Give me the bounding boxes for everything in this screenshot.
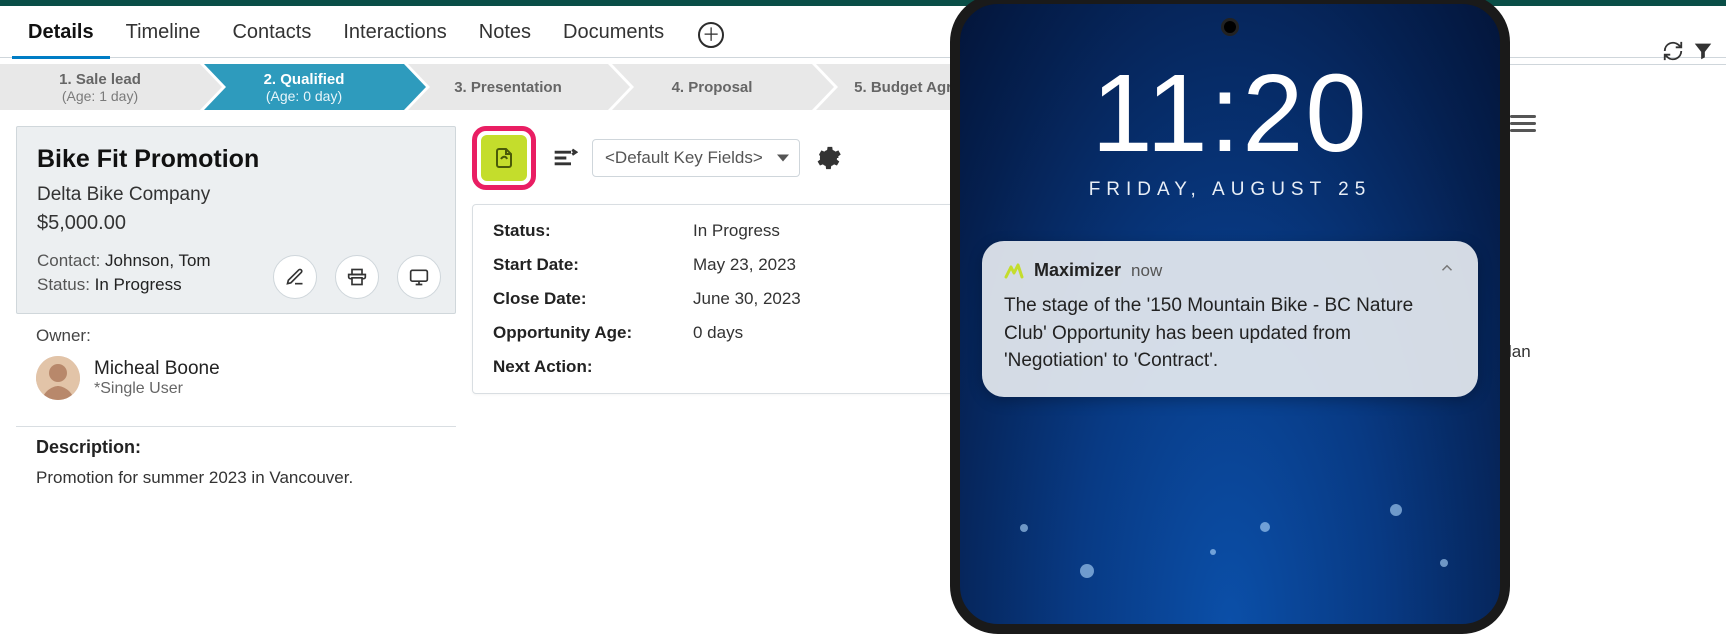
stage-proposal[interactable]: 4. Proposal	[612, 64, 812, 110]
chevron-down-icon	[777, 155, 789, 162]
adjust-sliders-icon[interactable]	[550, 144, 578, 172]
owner-label: Owner:	[36, 326, 436, 346]
field-label: Next Action:	[493, 357, 693, 377]
filter-funnel-icon[interactable]	[1692, 40, 1714, 62]
lockscreen-time: 11:20	[960, 50, 1500, 177]
opportunity-title: Bike Fit Promotion	[37, 145, 435, 174]
opportunity-summary-card: Bike Fit Promotion Delta Bike Company $5…	[16, 126, 456, 314]
field-value: June 30, 2023	[693, 289, 801, 309]
gear-icon[interactable]	[814, 144, 842, 172]
tab-details[interactable]: Details	[12, 11, 110, 59]
key-fields-value: <Default Key Fields>	[605, 148, 763, 167]
maximizer-logo-icon	[1004, 261, 1024, 281]
tab-timeline[interactable]: Timeline	[110, 11, 217, 59]
stage-label: 4. Proposal	[672, 79, 753, 96]
printer-icon	[347, 267, 367, 287]
field-label: Close Date:	[493, 289, 693, 309]
tab-label: Documents	[563, 21, 664, 43]
field-value: May 23, 2023	[693, 255, 796, 275]
description-section: Description: Promotion for summer 2023 i…	[16, 427, 456, 488]
add-tab-button[interactable]: ＋	[698, 22, 724, 48]
stage-label: 1. Sale lead	[59, 71, 141, 88]
key-fields-select[interactable]: <Default Key Fields>	[592, 139, 800, 177]
tab-label: Notes	[479, 21, 531, 43]
edit-button[interactable]	[273, 255, 317, 299]
company-name: Delta Bike Company	[37, 184, 435, 206]
stage-sublabel: (Age: 0 day)	[266, 88, 342, 104]
right-panel-slice: lan	[1500, 58, 1726, 362]
phone-camera-icon	[1221, 18, 1239, 36]
field-value: 0 days	[693, 323, 743, 343]
field-label: Start Date:	[493, 255, 693, 275]
refresh-icon[interactable]	[1662, 40, 1684, 62]
tab-interactions[interactable]: Interactions	[327, 11, 462, 59]
opportunity-amount: $5,000.00	[37, 212, 435, 235]
field-value: In Progress	[693, 221, 780, 241]
note-flag-icon	[481, 135, 527, 181]
owner-section: Owner: Micheal Boone *Single User	[16, 314, 456, 412]
tab-label: Details	[28, 21, 94, 43]
tab-contacts[interactable]: Contacts	[216, 11, 327, 59]
push-notification[interactable]: Maximizer now The stage of the '150 Moun…	[982, 241, 1478, 397]
owner-role: *Single User	[94, 380, 220, 398]
stage-sublabel: (Age: 1 day)	[62, 88, 138, 104]
field-label: Status:	[493, 221, 693, 241]
menu-icon[interactable]	[1510, 115, 1536, 132]
highlighted-action-button[interactable]	[472, 126, 536, 190]
present-button[interactable]	[397, 255, 441, 299]
notification-app-name: Maximizer	[1034, 260, 1121, 281]
notification-time: now	[1131, 261, 1162, 281]
chevron-up-icon	[1438, 259, 1456, 282]
notification-body: The stage of the '150 Mountain Bike - BC…	[1004, 292, 1456, 375]
field-label: Opportunity Age:	[493, 323, 693, 343]
stage-label: 2. Qualified	[264, 71, 345, 88]
stage-label: 3. Presentation	[454, 79, 562, 96]
stage-sale-lead[interactable]: 1. Sale lead (Age: 1 day)	[0, 64, 200, 110]
print-button[interactable]	[335, 255, 379, 299]
right-slice-label: lan	[1508, 342, 1726, 362]
avatar	[36, 356, 80, 400]
tab-label: Interactions	[343, 21, 446, 43]
stage-presentation[interactable]: 3. Presentation	[408, 64, 608, 110]
monitor-icon	[408, 267, 430, 287]
tab-notes[interactable]: Notes	[463, 11, 547, 59]
lockscreen-date: FRIDAY, AUGUST 25	[960, 179, 1500, 201]
phone-mockup: 11:20 FRIDAY, AUGUST 25 Maximizer now Th…	[950, 0, 1510, 614]
tab-documents[interactable]: Documents	[547, 11, 680, 59]
tab-label: Contacts	[232, 21, 311, 43]
tab-label: Timeline	[126, 21, 201, 43]
description-label: Description:	[36, 437, 436, 458]
key-fields-card: Status:In Progress Start Date:May 23, 20…	[472, 204, 972, 394]
owner-name: Micheal Boone	[94, 358, 220, 380]
description-text: Promotion for summer 2023 in Vancouver.	[36, 468, 436, 488]
pencil-icon	[285, 267, 305, 287]
stage-qualified[interactable]: 2. Qualified (Age: 0 day)	[204, 64, 404, 110]
